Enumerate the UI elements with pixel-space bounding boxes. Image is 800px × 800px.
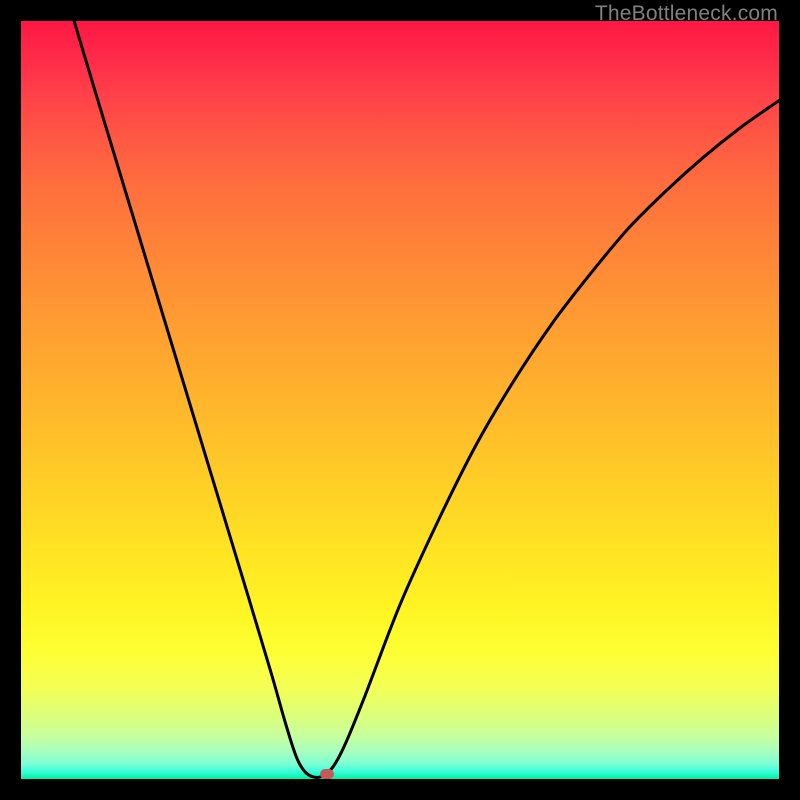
chart-curve-svg (21, 21, 779, 779)
bottleneck-curve-line (74, 21, 779, 777)
optimal-point-marker (320, 769, 334, 779)
chart-plot-area (21, 21, 779, 779)
attribution-watermark: TheBottleneck.com (595, 2, 778, 26)
